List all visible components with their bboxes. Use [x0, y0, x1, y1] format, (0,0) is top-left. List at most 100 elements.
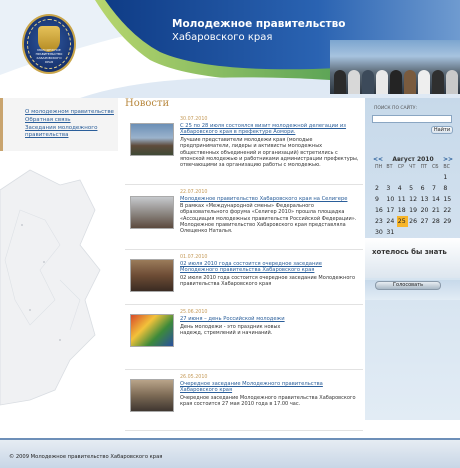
calendar-grid: ПН ВТ СР ЧТ ПТ СБ ВС 1 2 3 4 5 6 7 8 9 10 11 12 13 14 15 16 17 1…	[374, 164, 454, 238]
news-item: 26.05.2010 Очередное заседание Молодежно…	[125, 373, 363, 431]
calendar-day[interactable]: 22	[442, 205, 453, 216]
photo-person	[390, 70, 402, 94]
calendar-day[interactable]: 23	[374, 216, 385, 227]
vote-button[interactable]: Голосовать	[375, 281, 441, 290]
calendar-day	[420, 227, 431, 238]
site-title: Молодежное правительство Хабаровского кр…	[172, 18, 345, 44]
calendar-day[interactable]: 30	[374, 227, 385, 238]
news-date: 30.07.2010	[180, 117, 208, 122]
poll-box	[365, 238, 460, 278]
search-input[interactable]	[372, 115, 452, 123]
news-summary: В рамках «Международной смены» Федеральн…	[125, 203, 361, 234]
calendar-day	[397, 227, 408, 238]
calendar-day[interactable]: 4	[397, 183, 408, 194]
calendar-day[interactable]: 17	[385, 205, 396, 216]
calendar-day[interactable]: 24	[385, 216, 396, 227]
calendar-day[interactable]: 2	[374, 183, 385, 194]
calendar-day[interactable]: 21	[431, 205, 442, 216]
photo-person	[334, 70, 346, 94]
calendar-weekday: СБ	[431, 165, 439, 170]
news-title-link[interactable]: 27 июня – день Российской молодежи	[180, 316, 360, 322]
calendar-day[interactable]: 15	[442, 194, 453, 205]
calendar-header: << Август 2010 >>	[373, 156, 453, 163]
calendar-day[interactable]: 28	[431, 216, 442, 227]
calendar-day	[420, 172, 431, 183]
right-sidebar: ПОИСК ПО САЙТУ: Найти << Август 2010 >> …	[365, 98, 460, 420]
calendar-day[interactable]: 10	[385, 194, 396, 205]
news-summary-text: Лучшие представители молодежи края (моло…	[180, 137, 359, 169]
calendar-day[interactable]: 14	[431, 194, 442, 205]
site-logo[interactable]: МОЛОДЕЖНОЕ ПРАВИТЕЛЬСТВО ХАБАРОВСКОГО КР…	[22, 14, 76, 74]
news-summary-text: В рамках «Международной смены» Федеральн…	[180, 203, 357, 235]
photo-person	[404, 70, 416, 94]
calendar-day[interactable]: 12	[408, 194, 419, 205]
photo-person	[432, 70, 444, 94]
calendar-weekday: ПН	[375, 165, 383, 170]
calendar-day[interactable]: 6	[420, 183, 431, 194]
calendar-day[interactable]: 9	[374, 194, 385, 205]
news-title-link[interactable]: Очередное заседание Молодежного правител…	[180, 381, 360, 394]
news-summary-text: Очередное заседание Молодежного правител…	[180, 395, 356, 408]
calendar-day[interactable]: 8	[442, 183, 453, 194]
calendar-day[interactable]: 13	[420, 194, 431, 205]
calendar-day[interactable]: 18	[397, 205, 408, 216]
footer-copyright: © 2009 Молодежное правительство Хабаровс…	[9, 454, 163, 460]
calendar-week-row: 2345678	[374, 183, 454, 194]
left-navigation: О молодежном правительстве Обратная связ…	[0, 98, 118, 151]
calendar-prev-button[interactable]: <<	[373, 156, 383, 163]
poll-title: хотелось бы знать	[372, 248, 447, 256]
calendar-week-row: 23 24 25 26 27 28 29	[374, 216, 454, 227]
news-title-link[interactable]: Молодежное правительство Хабаровского кр…	[180, 196, 360, 202]
calendar-day-today[interactable]: 25	[396, 216, 409, 227]
calendar-day[interactable]: 26	[408, 216, 419, 227]
calendar-day	[408, 227, 419, 238]
site-footer: © 2009 Молодежное правительство Хабаровс…	[0, 438, 460, 468]
news-date: 26.05.2010	[180, 375, 208, 380]
news-item: 22.07.2010 Молодежное правительство Хаба…	[125, 188, 363, 250]
calendar-day[interactable]: 16	[374, 205, 385, 216]
nav-link-about[interactable]: О молодежном правительстве	[25, 109, 118, 116]
calendar-day[interactable]: 19	[408, 205, 419, 216]
calendar-day	[385, 172, 396, 183]
calendar-day[interactable]: 11	[397, 194, 408, 205]
calendar-weekday-row: ПН ВТ СР ЧТ ПТ СБ ВС	[374, 164, 454, 172]
news-item: 30.07.2010 С 25 по 28 июля состоялся виз…	[125, 115, 363, 185]
calendar-day	[442, 227, 453, 238]
logo-text: МОЛОДЕЖНОЕ ПРАВИТЕЛЬСТВО ХАБАРОВСКОГО КР…	[35, 48, 63, 64]
calendar-day[interactable]: 29	[442, 216, 453, 227]
search-button[interactable]: Найти	[431, 126, 453, 134]
calendar-week-row: 16 17 18 19 20 21 22	[374, 205, 454, 216]
news-item: 01.07.2010 02 июля 2010 года состоится о…	[125, 253, 363, 305]
photo-person	[362, 70, 374, 94]
calendar-month-label: Август 2010	[392, 156, 434, 163]
news-title-link[interactable]: С 25 по 28 июля состоялся визит молодежн…	[180, 123, 360, 136]
site-title-line1: Молодежное правительство	[172, 18, 346, 30]
search-label: ПОИСК ПО САЙТУ:	[374, 106, 418, 111]
nav-link-feedback[interactable]: Обратная связь	[25, 117, 118, 124]
news-title-link[interactable]: 02 июля 2010 года состоится очередное за…	[180, 261, 360, 274]
news-date: 25.06.2010	[180, 310, 208, 315]
map-dot	[43, 261, 45, 263]
header-group-photo	[330, 40, 460, 94]
news-summary-text: 02 июля 2010 года состоится очередное за…	[180, 275, 356, 288]
calendar-day[interactable]: 27	[420, 216, 431, 227]
calendar-day	[431, 227, 442, 238]
calendar-next-button[interactable]: >>	[443, 156, 453, 163]
map-dot	[59, 339, 61, 341]
region-map-graphic	[0, 169, 101, 406]
calendar-day	[431, 172, 442, 183]
calendar-day	[397, 172, 408, 183]
calendar-day	[374, 172, 385, 183]
nav-link-meetings[interactable]: Заседания молодежного правительства	[25, 125, 118, 139]
calendar-day[interactable]: 5	[408, 183, 419, 194]
calendar-day[interactable]: 7	[431, 183, 442, 194]
page-title: Новости	[125, 98, 170, 109]
calendar-day[interactable]: 3	[385, 183, 396, 194]
site-title-line2: Хабаровского края	[172, 32, 273, 43]
map-dot	[21, 224, 23, 226]
calendar-day[interactable]: 31	[385, 227, 396, 238]
calendar-day[interactable]: 1	[442, 172, 453, 183]
news-date: 01.07.2010	[180, 255, 208, 260]
calendar-day[interactable]: 20	[420, 205, 431, 216]
news-summary: Лучшие представители молодежи края (моло…	[125, 137, 361, 168]
